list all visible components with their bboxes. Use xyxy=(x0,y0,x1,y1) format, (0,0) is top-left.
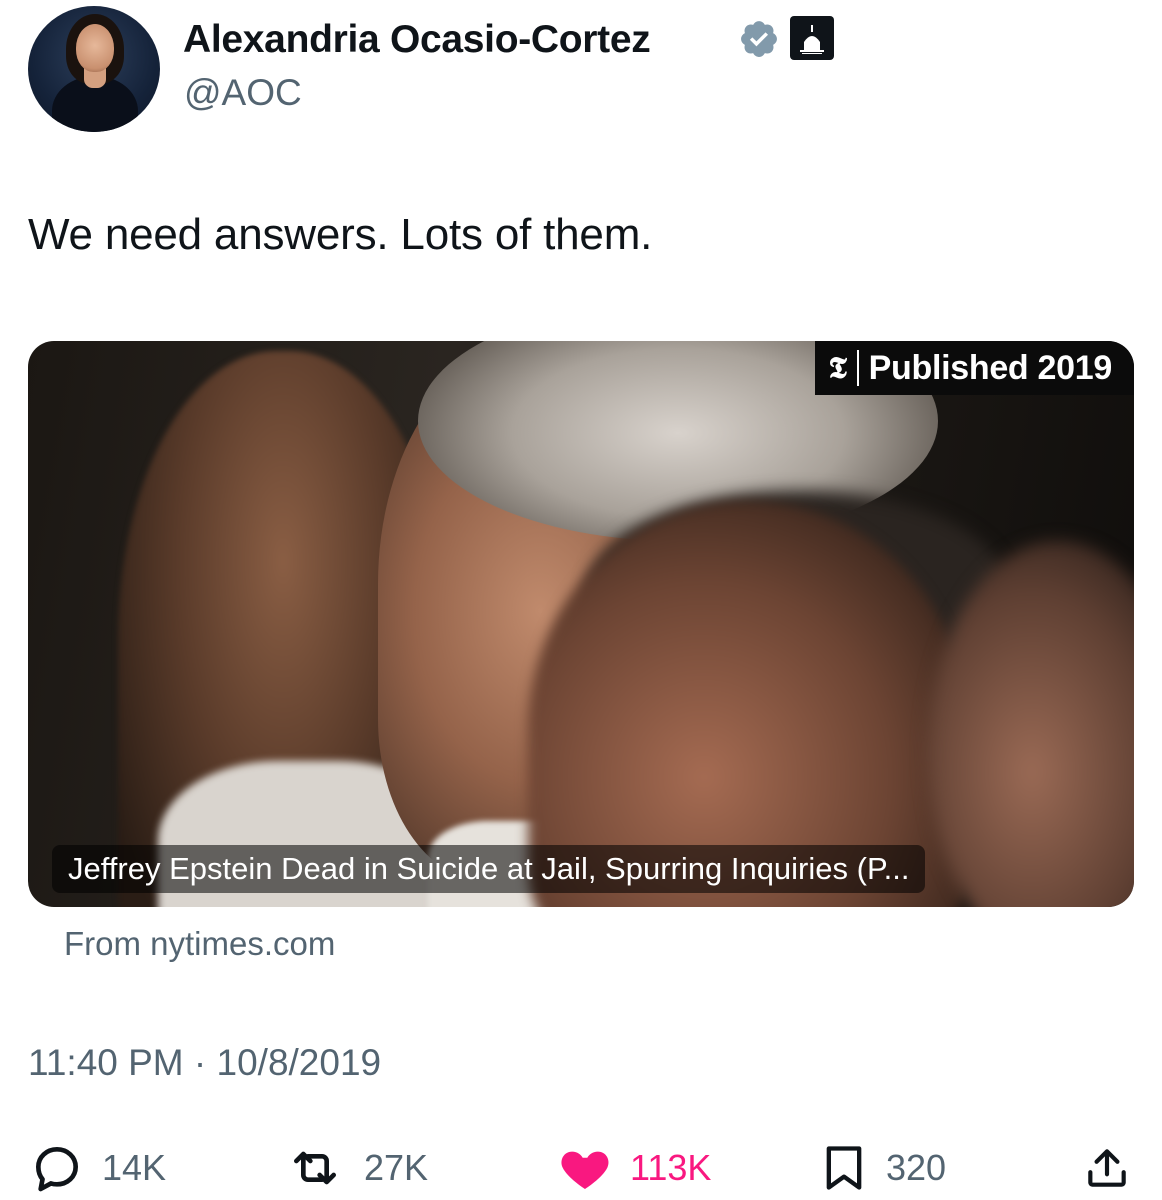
share-icon xyxy=(1088,1149,1126,1187)
card-source[interactable]: From nytimes.com xyxy=(64,925,335,963)
tweet-text: We need answers. Lots of them. xyxy=(28,210,653,259)
avatar-face xyxy=(76,24,114,72)
retweet-button[interactable]: 27K xyxy=(282,1140,428,1196)
author-name[interactable]: Alexandria Ocasio-Cortez xyxy=(183,18,651,62)
verified-badge-icon[interactable] xyxy=(738,18,780,60)
tweet-timestamp[interactable]: 11:40 PM · 10/8/2019 xyxy=(28,1042,381,1084)
capitol-building-icon[interactable] xyxy=(790,16,834,60)
card-headline[interactable]: Jeffrey Epstein Dead in Suicide at Jail,… xyxy=(52,845,926,893)
badge-divider xyxy=(856,350,859,386)
bookmark-icon xyxy=(826,1146,862,1190)
like-count: 113K xyxy=(630,1147,712,1188)
retweet-icon xyxy=(294,1151,336,1185)
heart-icon xyxy=(561,1151,609,1189)
link-preview-card[interactable]: 𝕿 Published 2019 Jeffrey Epstein Dead in… xyxy=(28,341,1134,907)
share-button[interactable] xyxy=(1082,1140,1132,1196)
reply-icon xyxy=(36,1147,78,1192)
reply-button[interactable]: 14K xyxy=(28,1140,166,1196)
bookmark-count: 320 xyxy=(886,1147,947,1188)
like-button[interactable]: 113K xyxy=(556,1140,711,1196)
reply-count: 14K xyxy=(102,1147,167,1188)
published-year-label: Published 2019 xyxy=(868,348,1113,387)
nyt-logo-icon: 𝕿 xyxy=(828,350,847,386)
author-handle[interactable]: @AOC xyxy=(184,72,302,114)
retweet-count: 27K xyxy=(364,1147,429,1188)
author-avatar[interactable] xyxy=(28,6,160,132)
bookmark-button[interactable]: 320 xyxy=(818,1140,946,1196)
publisher-badge: 𝕿 Published 2019 xyxy=(814,341,1134,395)
